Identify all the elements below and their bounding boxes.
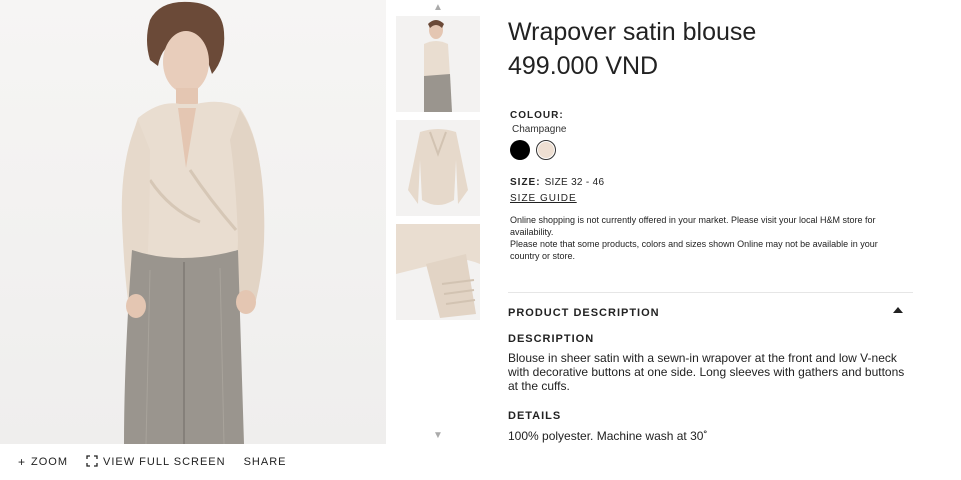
availability-notice: Online shopping is not currently offered… xyxy=(510,214,890,262)
notice-line-1: Online shopping is not currently offered… xyxy=(510,215,876,237)
chevron-down-icon[interactable]: ▼ xyxy=(393,430,483,441)
details-label: DETAILS xyxy=(508,410,562,422)
view-full-screen-label: VIEW FULL SCREEN xyxy=(103,456,226,468)
colour-swatches xyxy=(510,140,562,160)
selected-colour-name: Champagne xyxy=(512,124,567,135)
details-text: 100% polyester. Machine wash at 30˚ xyxy=(508,429,708,443)
share-label: SHARE xyxy=(243,456,287,468)
chevron-up-icon xyxy=(893,307,903,313)
product-description-toggle[interactable]: PRODUCT DESCRIPTION xyxy=(508,303,913,319)
thumbnail-flat-front[interactable] xyxy=(396,120,480,216)
colour-label: COLOUR: xyxy=(510,110,564,121)
main-product-image[interactable] xyxy=(0,0,386,444)
size-label: SIZE: xyxy=(510,177,541,188)
product-page: + ZOOM VIEW FULL SCREEN SHARE ▲ ▼ Wrapov… xyxy=(0,0,961,480)
share-button[interactable]: SHARE xyxy=(244,456,287,468)
size-value: SIZE 32 - 46 xyxy=(544,177,605,188)
product-description-header: PRODUCT DESCRIPTION xyxy=(508,307,660,319)
size-guide-link[interactable]: SIZE GUIDE xyxy=(510,193,577,204)
zoom-label: ZOOM xyxy=(31,456,69,468)
view-full-screen-button[interactable]: VIEW FULL SCREEN xyxy=(86,455,226,469)
image-toolbar: + ZOOM VIEW FULL SCREEN SHARE xyxy=(18,455,304,469)
zoom-button[interactable]: + ZOOM xyxy=(18,456,68,468)
description-text: Blouse in sheer satin with a sewn-in wra… xyxy=(508,351,905,393)
thumbnail-model[interactable] xyxy=(396,16,480,112)
thumbnail-sleeve-detail[interactable] xyxy=(396,224,480,320)
chevron-up-icon[interactable]: ▲ xyxy=(393,2,483,13)
size-row: SIZE: SIZE 32 - 46 xyxy=(510,177,604,188)
model-photo xyxy=(121,1,265,444)
product-price: 499.000 VND xyxy=(508,52,659,80)
thumbnail-strip: ▲ ▼ xyxy=(393,2,483,444)
notice-line-2: Please note that some products, colors a… xyxy=(510,239,878,261)
swatch-champagne[interactable] xyxy=(536,140,556,160)
divider xyxy=(508,292,913,293)
product-title: Wrapover satin blouse xyxy=(508,18,757,46)
expand-icon xyxy=(86,455,98,469)
plus-icon: + xyxy=(18,455,27,469)
swatch-black[interactable] xyxy=(510,140,530,160)
description-label: DESCRIPTION xyxy=(508,333,595,345)
